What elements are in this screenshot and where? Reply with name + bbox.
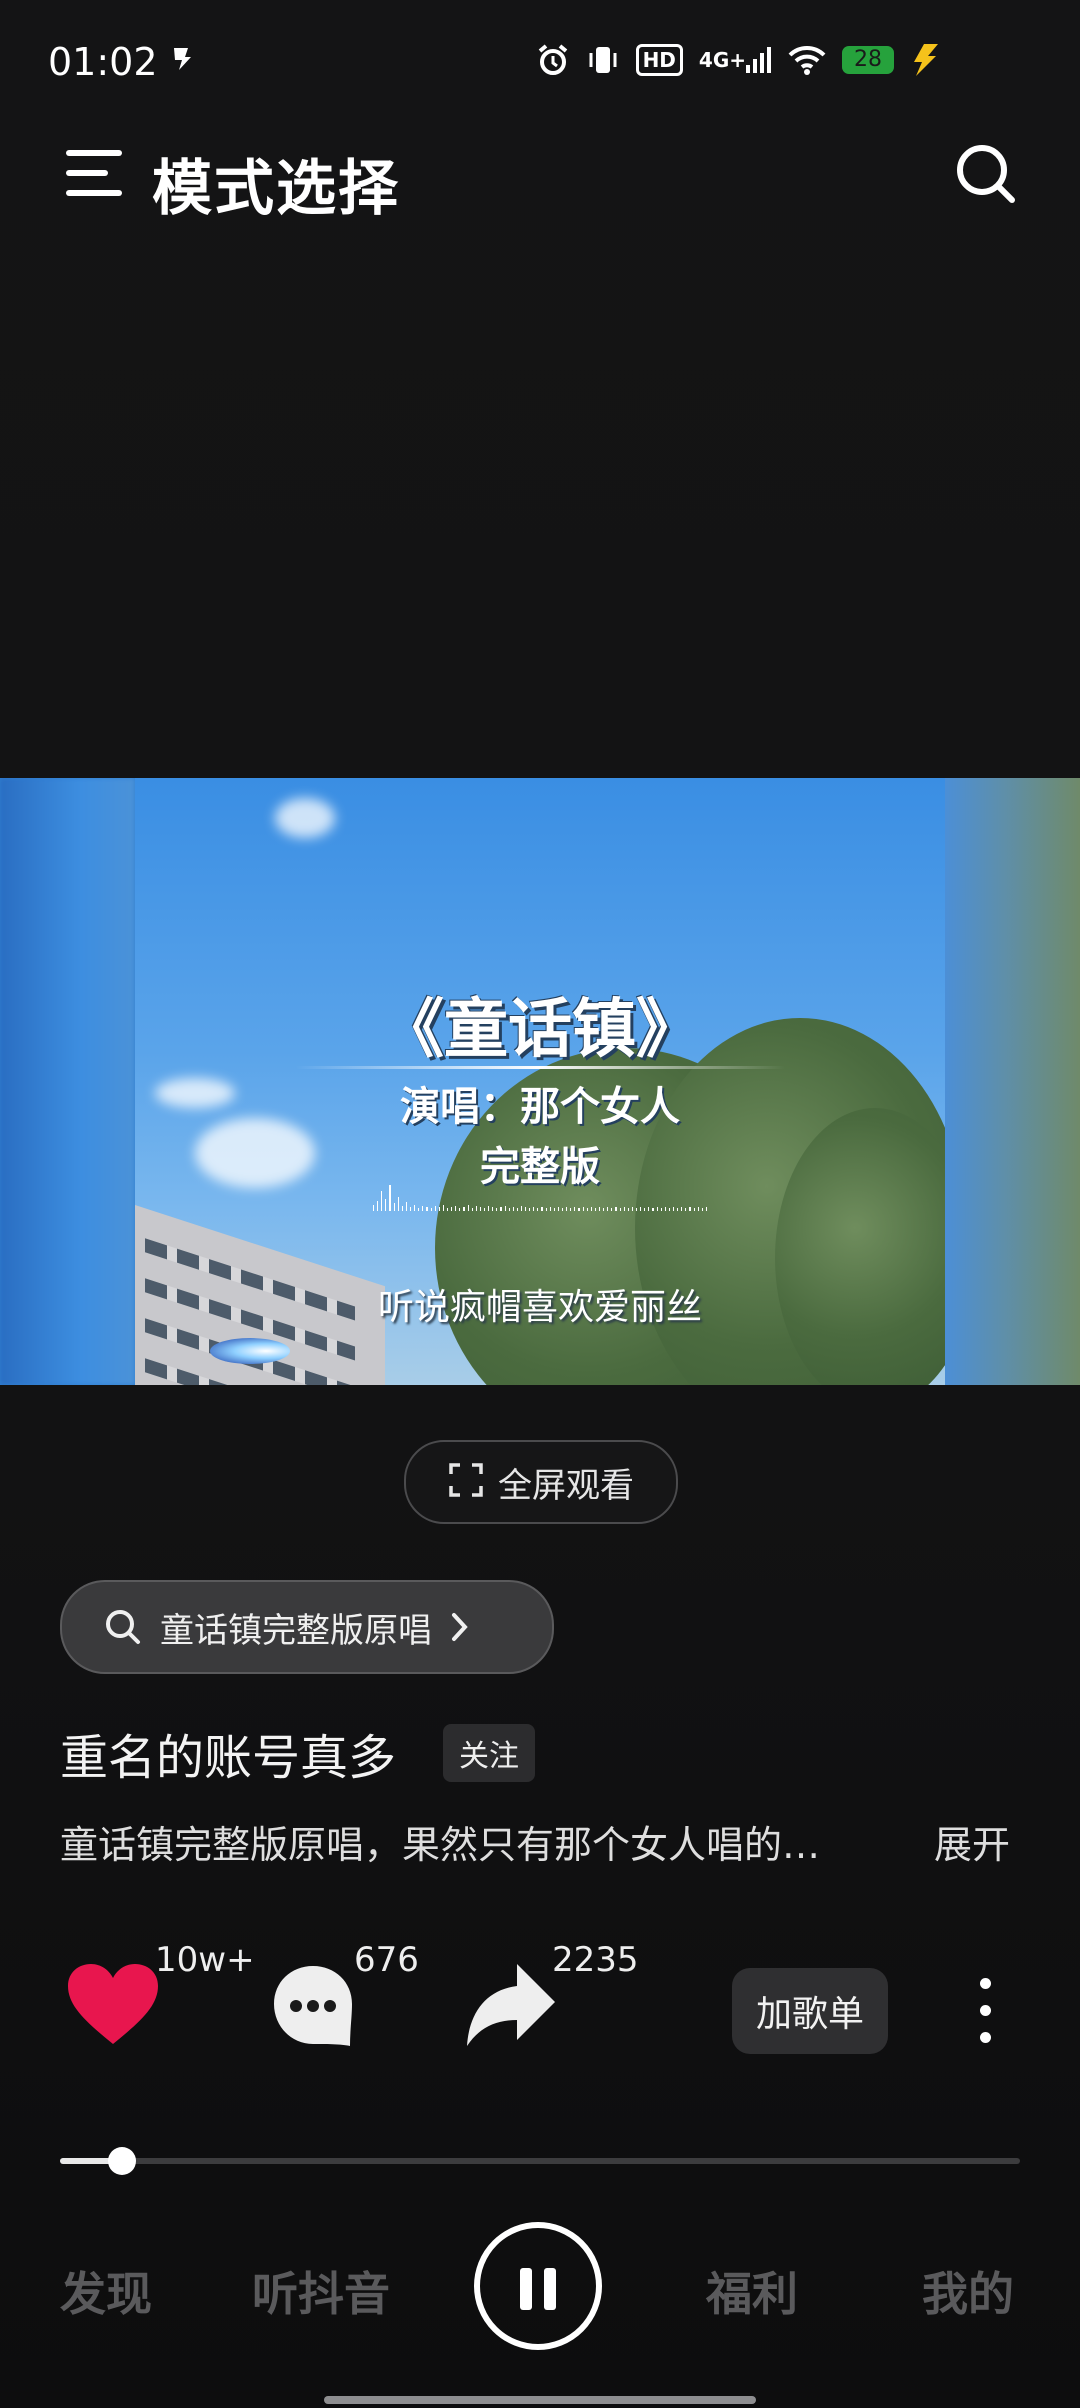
comet-graphic (210, 1338, 290, 1364)
related-search-label: 童话镇完整版原唱 (160, 1610, 432, 1651)
signal-icon: 4G+ (699, 40, 772, 80)
status-icons: HD 4G+ 28 (536, 40, 940, 80)
waveform-graphic (373, 1183, 707, 1211)
video-divider (295, 1066, 785, 1069)
status-bar: 01:02 HD 4G+ 28 (0, 0, 1080, 130)
fullscreen-label: 全屏观看 (498, 1465, 634, 1506)
video-title: 《童话镇》 (380, 993, 700, 1067)
description-text: 童话镇完整版原唱，果然只有那个女人唱的… (60, 1823, 821, 1867)
alarm-icon (536, 40, 570, 80)
chevron-right-icon (450, 1611, 470, 1643)
menu-icon[interactable] (66, 150, 122, 200)
wifi-icon (788, 40, 826, 80)
expand-link[interactable]: 展开 (934, 1814, 1010, 1869)
battery-level: 28 (842, 46, 894, 74)
status-time: 01:02 (48, 40, 158, 84)
more-options-icon[interactable] (970, 1978, 1000, 2044)
vibrate-icon (586, 40, 620, 80)
progress-handle[interactable] (108, 2147, 137, 2175)
charging-icon (910, 40, 940, 80)
share-icon[interactable] (465, 1962, 557, 2048)
heart-icon[interactable] (66, 1962, 160, 2048)
video-blur-left (0, 778, 135, 1385)
top-nav: 模式选择 (0, 130, 1080, 224)
home-indicator[interactable] (324, 2396, 756, 2404)
nav-discover[interactable]: 发现 (60, 2258, 152, 2324)
video-singer: 演唱：那个女人 (400, 1084, 680, 1130)
follow-button[interactable]: 关注 (443, 1724, 535, 1782)
related-search-chip[interactable]: 童话镇完整版原唱 (60, 1580, 554, 1674)
page-title[interactable]: 模式选择 (152, 140, 400, 227)
like-count: 10w+ (155, 1940, 255, 1980)
search-icon[interactable] (954, 142, 1018, 206)
notification-icon (168, 46, 194, 79)
video-blur-right (945, 778, 1080, 1385)
playback-progress[interactable] (60, 2147, 1020, 2175)
battery-icon: 28 (842, 40, 894, 80)
bottom-nav: 发现 听抖音 福利 我的 (0, 2210, 1080, 2370)
nav-me[interactable]: 我的 (922, 2258, 1014, 2324)
video-caption: 听说疯帽喜欢爱丽丝 (377, 1287, 702, 1328)
comment-count: 676 (354, 1940, 419, 1980)
nav-listen-douyin[interactable]: 听抖音 (252, 2258, 390, 2324)
music-player-screen: 01:02 HD 4G+ 28 模式选择 《童话镇》 演唱：那个女人 完整版 听… (0, 0, 1080, 2408)
fullscreen-icon (448, 1462, 484, 1502)
fullscreen-button[interactable]: 全屏观看 (404, 1440, 678, 1524)
video-player[interactable]: 《童话镇》 演唱：那个女人 完整版 听说疯帽喜欢爱丽丝 (0, 778, 1080, 1385)
author-name[interactable]: 重名的账号真多 (60, 1718, 396, 1788)
share-count: 2235 (552, 1940, 639, 1980)
pause-button[interactable] (474, 2222, 602, 2350)
nav-welfare[interactable]: 福利 (706, 2258, 798, 2324)
network-type: 4G+ (698, 48, 746, 72)
search-icon (104, 1608, 142, 1646)
video-frame: 《童话镇》 演唱：那个女人 完整版 听说疯帽喜欢爱丽丝 (135, 778, 945, 1385)
comment-icon[interactable] (272, 1964, 354, 2048)
add-to-playlist-button[interactable]: 加歌单 (732, 1968, 888, 2054)
hd-icon: HD (635, 44, 683, 76)
